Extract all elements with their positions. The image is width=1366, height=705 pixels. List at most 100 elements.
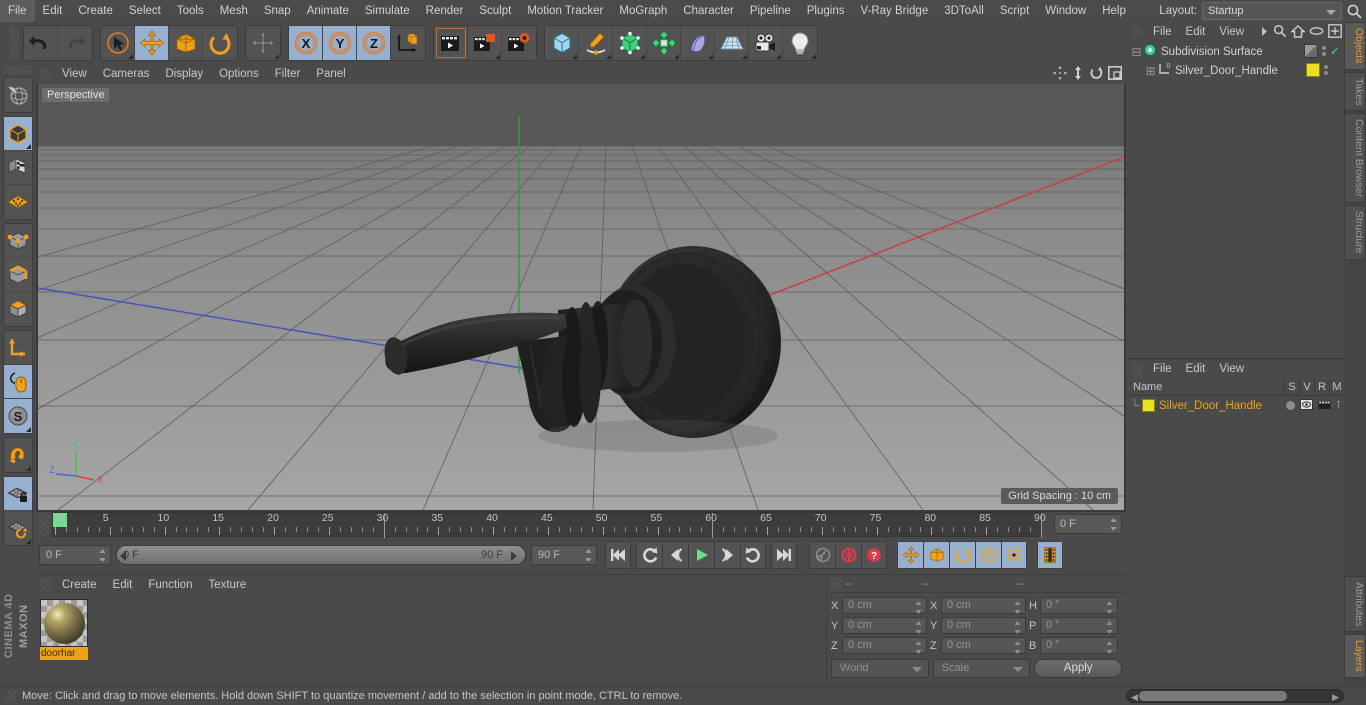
chevron-right-icon[interactable] [1260, 26, 1269, 40]
viewport-menu-view[interactable]: View [54, 64, 95, 84]
x-axis-lock-button[interactable]: X [289, 26, 323, 60]
side-tab-attributes[interactable]: Attributes [1344, 576, 1366, 633]
range-right-arrow-icon[interactable] [507, 550, 521, 562]
add-camera-button[interactable] [749, 26, 783, 60]
layer-manager-menu-edit[interactable]: Edit [1179, 359, 1213, 379]
preview-range-slider[interactable]: 0 F 90 F [116, 545, 526, 565]
object-manager-menu-view[interactable]: View [1212, 22, 1251, 42]
object-manager-menu-edit[interactable]: Edit [1179, 22, 1213, 42]
coord-size-field[interactable]: 0 cm [941, 637, 1026, 654]
rotate-button[interactable] [203, 26, 237, 60]
layer-color-swatch[interactable] [1142, 399, 1155, 412]
material-grip[interactable] [40, 579, 50, 591]
horizontal-scrollbar[interactable]: ◀ ▶ [1126, 689, 1344, 703]
menu-plugins[interactable]: Plugins [799, 0, 853, 22]
rotate-view-icon[interactable] [1089, 66, 1103, 83]
timeline-end-frame-field[interactable]: 0 F [1054, 514, 1122, 534]
object-manager-menu-file[interactable]: File [1146, 22, 1179, 42]
left-palette-grip[interactable] [3, 66, 33, 74]
record-active-objects-button[interactable] [809, 541, 835, 569]
viewport-grip[interactable] [40, 68, 50, 80]
spinner-icon[interactable] [585, 549, 592, 562]
menu-snap[interactable]: Snap [256, 0, 299, 22]
spinner-icon[interactable] [99, 549, 106, 562]
coord-size-field[interactable]: 0 cm [941, 617, 1026, 634]
make-editable-button[interactable] [4, 78, 32, 112]
zoom-view-icon[interactable] [1072, 66, 1084, 83]
keyframe-selection-button[interactable]: ? [861, 541, 887, 569]
dynamic-place-button[interactable] [246, 26, 280, 60]
previous-key-button[interactable] [662, 541, 688, 569]
layer-col-m[interactable]: M [1329, 378, 1344, 396]
scrollbar-thumb[interactable] [1139, 691, 1287, 701]
coord-size-field[interactable]: 0 cm [941, 597, 1026, 614]
loop-backward-button[interactable] [636, 541, 662, 569]
layer-color-tag[interactable] [1306, 63, 1320, 77]
menu-script[interactable]: Script [992, 0, 1037, 22]
timeline-button[interactable] [1037, 541, 1063, 569]
go-to-start-button[interactable] [605, 541, 631, 569]
object-row[interactable]: ⊟ Subdivision Surface ✓ [1128, 42, 1344, 61]
uv-mode-button[interactable] [4, 185, 32, 219]
spinner-icon[interactable] [1014, 601, 1021, 614]
scale-button[interactable] [169, 26, 203, 60]
world-object-coords-button[interactable] [391, 26, 425, 60]
enable-axis-button[interactable] [4, 331, 32, 365]
layer-manager-toggle[interactable]: ⊺ [1336, 400, 1341, 411]
menu-simulate[interactable]: Simulate [357, 0, 418, 22]
maximize-view-icon[interactable] [1108, 66, 1122, 83]
add-cube-button[interactable] [545, 26, 579, 60]
layer-render-toggle[interactable] [1318, 399, 1331, 413]
coordinates-grip[interactable] [831, 578, 841, 589]
render-settings-button[interactable] [502, 26, 536, 60]
search-icon[interactable] [1273, 24, 1287, 41]
menu-render[interactable]: Render [418, 0, 472, 22]
coordinate-mode-dropdown[interactable]: Scale [932, 659, 1031, 678]
menu-file[interactable]: File [0, 0, 35, 22]
record-parameter-button[interactable]: P [975, 541, 1001, 569]
object-tree[interactable]: ⊟ Subdivision Surface ✓ ⊞ 0 Silver_Door_Handl… [1128, 42, 1344, 355]
viewport-menu-display[interactable]: Display [157, 64, 211, 84]
menu-edit[interactable]: Edit [35, 0, 71, 22]
scroll-left-arrow-icon[interactable]: ◀ [1131, 692, 1138, 703]
menu-3dtoall[interactable]: 3DToAll [936, 0, 992, 22]
edge-mode-button[interactable] [4, 258, 32, 292]
enable-snap-mouse-button[interactable] [4, 365, 32, 399]
coord-rotation-field[interactable]: 0 ° [1040, 637, 1118, 654]
add-floor-button[interactable] [715, 26, 749, 60]
y-axis-lock-button[interactable]: Y [323, 26, 357, 60]
add-deformer-button[interactable] [647, 26, 681, 60]
z-axis-lock-button[interactable]: Z [357, 26, 391, 60]
menu-window[interactable]: Window [1037, 0, 1094, 22]
home-icon[interactable] [1290, 24, 1306, 41]
menu-tools[interactable]: Tools [169, 0, 212, 22]
move-button[interactable] [135, 26, 169, 60]
lock-workplane-button[interactable] [4, 477, 32, 511]
add-environment-button[interactable] [681, 26, 715, 60]
next-key-button[interactable] [714, 541, 740, 569]
viewport-menu-filter[interactable]: Filter [267, 64, 309, 84]
toolbar-grip[interactable] [10, 26, 19, 60]
record-pla-button[interactable] [1001, 541, 1027, 569]
polygon-mode-button[interactable] [4, 292, 32, 326]
layer-solo-toggle[interactable] [1285, 401, 1295, 410]
material-preview-thumbnail[interactable] [40, 599, 88, 647]
soft-selection-button[interactable]: S [4, 399, 32, 433]
layout-select[interactable]: Startup [1202, 2, 1342, 20]
add-spline-button[interactable] [579, 26, 613, 60]
timeline-grip[interactable] [39, 513, 49, 537]
autokeying-button[interactable] [835, 541, 861, 569]
live-selection-button[interactable] [101, 26, 135, 60]
side-tab-layers[interactable]: Layers [1344, 634, 1366, 678]
spinner-icon[interactable] [915, 641, 922, 654]
menu-sculpt[interactable]: Sculpt [471, 0, 519, 22]
spinner-icon[interactable] [1014, 621, 1021, 634]
spinner-icon[interactable] [1110, 518, 1117, 531]
undo-button[interactable] [24, 26, 58, 60]
spinner-icon[interactable] [1106, 621, 1113, 634]
record-scale-button[interactable] [923, 541, 949, 569]
viewport-menu-panel[interactable]: Panel [308, 64, 353, 84]
material-menu-function[interactable]: Function [140, 575, 200, 595]
coord-position-field[interactable]: 0 cm [842, 637, 927, 654]
layer-col-r[interactable]: R [1314, 378, 1329, 396]
